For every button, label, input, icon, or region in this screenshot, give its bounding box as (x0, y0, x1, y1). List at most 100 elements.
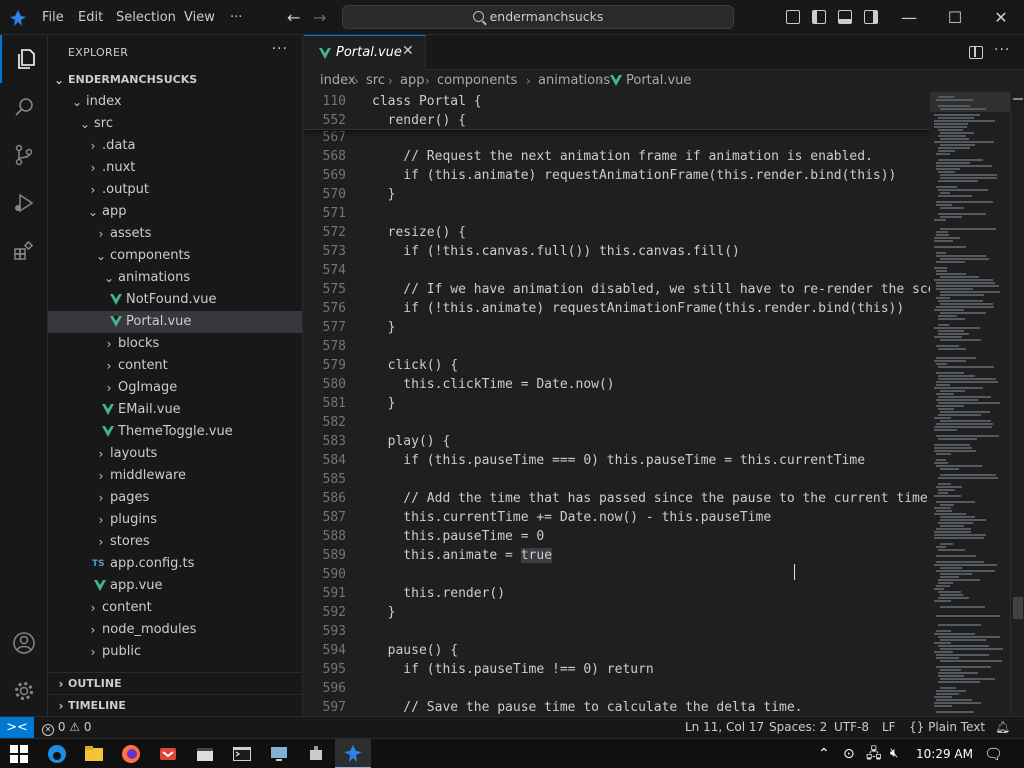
volume-muted-icon[interactable]: 🔇︎ (890, 739, 898, 768)
toggle-secondary-sidebar-icon[interactable] (864, 10, 878, 24)
tree-item-data[interactable]: › .data (48, 135, 302, 157)
tree-item-plugins[interactable]: › plugins (48, 509, 302, 531)
taskbar-vscodium-button[interactable] (335, 739, 371, 768)
code-line[interactable]: 588 this.pauseTime = 0 (304, 527, 930, 546)
problems-button[interactable]: ✕ 0 ⚠ 0 (42, 717, 92, 738)
code-line[interactable]: 592 } (304, 603, 930, 622)
tree-item-notfound-vue[interactable]: NotFound.vue (48, 289, 302, 311)
edge-browser-icon[interactable] (46, 743, 68, 765)
scrollbar-thumb[interactable] (1013, 597, 1023, 619)
notification-center-icon[interactable]: 🗨︎ (984, 739, 1003, 768)
back-arrow-icon[interactable]: ← (287, 0, 300, 35)
code-line[interactable]: 580 this.clickTime = Date.now() (304, 375, 930, 394)
breadcrumb-item[interactable]: components (437, 70, 517, 92)
sticky-scroll-header[interactable]: 110 class Portal {552 render() { (304, 92, 930, 130)
maximize-button[interactable]: ☐ (932, 0, 978, 35)
code-line[interactable]: 585 (304, 470, 930, 489)
terminal-icon[interactable] (231, 743, 253, 765)
code-line[interactable]: 578 (304, 337, 930, 356)
tree-item-output[interactable]: › .output (48, 179, 302, 201)
tree-item-portal-vue[interactable]: Portal.vue (48, 311, 302, 333)
code-line[interactable]: 567 (304, 128, 930, 147)
code-line[interactable]: 574 (304, 261, 930, 280)
code-line[interactable]: 572 resize() { (304, 223, 930, 242)
code-line[interactable]: 591 this.render() (304, 584, 930, 603)
search-activity-button[interactable] (0, 83, 48, 131)
extensions-activity-button[interactable] (0, 227, 48, 275)
git-client-icon[interactable] (157, 743, 179, 765)
command-center-search[interactable]: endermanchsucks (342, 5, 734, 29)
code-line[interactable]: 595 if (this.pauseTime !== 0) return (304, 660, 930, 679)
source-control-activity-button[interactable] (0, 131, 48, 179)
code-line[interactable]: 596 (304, 679, 930, 698)
tree-item-app-config-ts[interactable]: TS app.config.ts (48, 553, 302, 575)
tree-item-middleware[interactable]: › middleware (48, 465, 302, 487)
indentation-setting[interactable]: Spaces: 2 (769, 717, 827, 738)
tree-item-content[interactable]: › content (48, 355, 302, 377)
meet-now-icon[interactable]: ⊙ (843, 739, 855, 768)
breadcrumb-item[interactable]: app (400, 70, 424, 92)
code-line[interactable]: 584 if (this.pauseTime === 0) this.pause… (304, 451, 930, 470)
breadcrumb-item[interactable]: src (366, 70, 385, 92)
menu-more-button[interactable]: ··· (230, 0, 242, 35)
clock[interactable]: 10:29 AM (916, 739, 973, 768)
show-hidden-icons-chevron-icon[interactable]: ⌃ (818, 739, 830, 768)
menu-edit[interactable]: Edit (78, 0, 103, 35)
language-mode[interactable]: {} Plain Text (909, 717, 985, 738)
remote-desktop-icon[interactable] (268, 743, 290, 765)
code-line[interactable]: 586 // Add the time that has passed sinc… (304, 489, 930, 508)
code-line[interactable]: 576 if (!this.animate) requestAnimationF… (304, 299, 930, 318)
menu-file[interactable]: File (42, 0, 64, 35)
timeline-section[interactable]: › TIMELINE (48, 694, 302, 716)
tree-item-nuxt[interactable]: › .nuxt (48, 157, 302, 179)
forward-arrow-icon[interactable]: → (313, 0, 326, 35)
menu-selection[interactable]: Selection (116, 0, 176, 35)
code-line[interactable]: 573 if (!this.canvas.full()) this.canvas… (304, 242, 930, 261)
code-line[interactable]: 582 (304, 413, 930, 432)
close-window-button[interactable]: ✕ (978, 0, 1024, 35)
explorer-activity-button[interactable] (0, 35, 48, 83)
menu-view[interactable]: View (184, 0, 215, 35)
tree-item-ogimage[interactable]: › OgImage (48, 377, 302, 399)
eol-setting[interactable]: LF (882, 717, 896, 738)
tree-item-src[interactable]: ⌄ src (48, 113, 302, 135)
tree-item-themetoggle-vue[interactable]: ThemeToggle.vue (48, 421, 302, 443)
code-line[interactable]: 569 if (this.animate) requestAnimationFr… (304, 166, 930, 185)
code-line[interactable]: 577 } (304, 318, 930, 337)
code-line[interactable]: 571 (304, 204, 930, 223)
code-line[interactable]: 575 // If we have animation disabled, we… (304, 280, 930, 299)
code-line[interactable]: 589 this.animate = true (304, 546, 930, 565)
customize-layout-icon[interactable] (786, 10, 800, 24)
tree-item-pages[interactable]: › pages (48, 487, 302, 509)
tree-item-assets[interactable]: › assets (48, 223, 302, 245)
code-line[interactable]: 583 play() { (304, 432, 930, 451)
tree-item-layouts[interactable]: › layouts (48, 443, 302, 465)
split-editor-icon[interactable] (969, 46, 983, 59)
explorer-more-button[interactable]: ··· (272, 41, 288, 57)
tree-item-blocks[interactable]: › blocks (48, 333, 302, 355)
accounts-activity-button[interactable] (0, 619, 48, 667)
remote-indicator-button[interactable]: >< (0, 717, 34, 738)
windows-start-icon[interactable] (10, 745, 28, 763)
tree-item-stores[interactable]: › stores (48, 531, 302, 553)
tree-item-node-modules[interactable]: › node_modules (48, 619, 302, 641)
code-line[interactable]: 110 class Portal { (304, 92, 930, 111)
run-debug-activity-button[interactable] (0, 179, 48, 227)
tree-item-index[interactable]: ⌄ index (48, 91, 302, 113)
tree-item-animations[interactable]: ⌄ animations (48, 267, 302, 289)
outline-section[interactable]: › OUTLINE (48, 672, 302, 694)
code-line[interactable]: 552 render() { (304, 111, 930, 130)
cursor-position[interactable]: Ln 11, Col 17 (685, 717, 764, 738)
tab-portal-vue[interactable]: Portal.vue ✕ (304, 35, 426, 70)
code-line[interactable]: 594 pause() { (304, 641, 930, 660)
file-explorer-icon[interactable] (83, 743, 105, 765)
tree-item-content[interactable]: › content (48, 597, 302, 619)
firefox-icon[interactable] (120, 743, 142, 765)
manage-activity-button[interactable] (0, 667, 48, 715)
code-line[interactable]: 581 } (304, 394, 930, 413)
code-line[interactable]: 570 } (304, 185, 930, 204)
notifications-bell-icon[interactable]: 🔔︎ (995, 717, 1010, 738)
code-line[interactable]: 597 // Save the pause time to calculate … (304, 698, 930, 716)
clapperboard-app-icon[interactable] (194, 743, 216, 765)
code-line[interactable]: 593 (304, 622, 930, 641)
